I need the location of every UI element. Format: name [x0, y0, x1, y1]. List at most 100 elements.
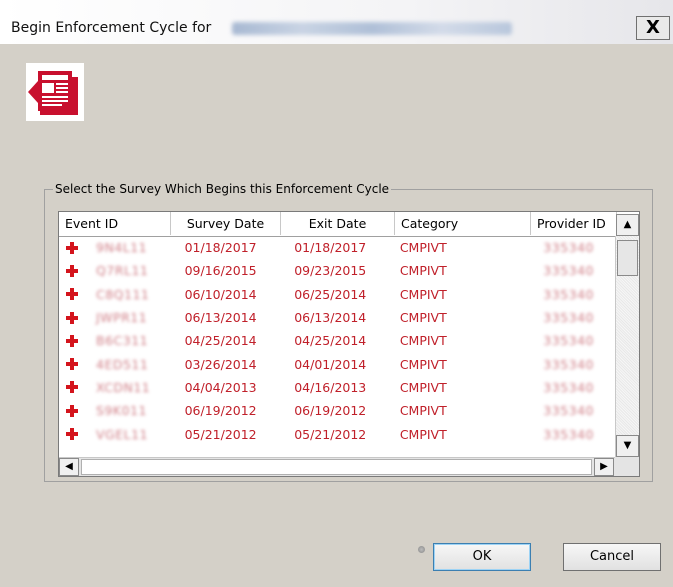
event-id-value: 9N4L11 — [96, 240, 148, 256]
event-id-cell: Q7RL11 — [59, 263, 171, 278]
red-plus-icon[interactable] — [66, 381, 78, 394]
redacted-facility-name — [232, 22, 512, 35]
table-row[interactable]: 4ED511 03/26/2014 04/01/2014 CMPIVT 3353… — [59, 352, 615, 375]
vertical-scroll-thumb[interactable] — [617, 240, 638, 276]
event-id-value: JWPR11 — [96, 310, 148, 326]
category-cell: CMPIVT — [399, 333, 447, 349]
vertical-scrollbar[interactable]: ▲ ▼ — [615, 214, 639, 457]
group-label: Select the Survey Which Begins this Enfo… — [55, 182, 390, 196]
provider-id-value: 335340 — [543, 356, 595, 372]
red-plus-icon[interactable] — [66, 404, 78, 417]
cancel-button[interactable]: Cancel — [563, 543, 661, 571]
exit-date-cell: 06/19/2012 — [294, 403, 367, 419]
provider-id-value: 335340 — [543, 333, 595, 349]
exit-date-cell: 09/23/2015 — [294, 263, 367, 279]
provider-id-value: 335340 — [543, 426, 595, 442]
event-id-value: S9K011 — [96, 403, 147, 419]
table-row[interactable]: XCDN11 04/04/2013 04/16/2013 CMPIVT 3353… — [59, 376, 615, 399]
provider-id-value: 335340 — [543, 263, 595, 279]
survey-date-cell: 06/13/2014 — [184, 310, 257, 326]
table-body: 9N4L11 01/18/2017 01/18/2017 CMPIVT 3353… — [59, 236, 615, 446]
scroll-right-arrow-icon[interactable]: ▶ — [594, 458, 614, 476]
provider-id-value: 335340 — [543, 379, 595, 395]
window-title: Begin Enforcement Cycle for — [11, 20, 212, 36]
survey-date-cell: 01/18/2017 — [184, 240, 257, 256]
provider-id-cell: 335340 — [529, 403, 615, 418]
close-button[interactable]: X — [636, 16, 670, 40]
table-header: Event ID Survey Date Exit Date Category … — [59, 212, 639, 237]
event-id-cell: XCDN11 — [59, 380, 171, 395]
table-row[interactable]: JWPR11 06/13/2014 06/13/2014 CMPIVT 3353… — [59, 306, 615, 329]
red-plus-icon[interactable] — [66, 311, 78, 324]
event-id-value: Q7RL11 — [96, 263, 149, 279]
event-id-value: 4ED511 — [96, 356, 149, 372]
red-plus-icon[interactable] — [66, 264, 78, 277]
event-id-cell: S9K011 — [59, 403, 171, 418]
exit-date-cell: 06/13/2014 — [294, 310, 367, 326]
red-plus-icon[interactable] — [66, 241, 78, 254]
survey-date-cell: 06/10/2014 — [184, 286, 257, 302]
survey-date-cell: 05/21/2012 — [184, 426, 257, 442]
category-cell: CMPIVT — [399, 240, 447, 256]
provider-id-cell: 335340 — [529, 380, 615, 395]
scroll-down-arrow-icon[interactable]: ▼ — [616, 435, 639, 457]
red-plus-icon[interactable] — [66, 288, 78, 301]
event-id-cell: 4ED511 — [59, 357, 171, 372]
survey-date-cell: 04/04/2013 — [184, 379, 257, 395]
table-row[interactable]: B6C311 04/25/2014 04/25/2014 CMPIVT 3353… — [59, 329, 615, 352]
exit-date-cell: 06/25/2014 — [294, 286, 367, 302]
column-header-event-id[interactable]: Event ID — [59, 212, 171, 235]
exit-date-cell: 05/21/2012 — [294, 426, 367, 442]
provider-id-cell: 335340 — [529, 357, 615, 372]
table-row[interactable]: VGEL11 05/21/2012 05/21/2012 CMPIVT 3353… — [59, 422, 615, 445]
scroll-left-arrow-icon[interactable]: ◀ — [59, 458, 79, 476]
title-bar: Begin Enforcement Cycle for X — [0, 0, 673, 44]
exit-date-cell: 04/25/2014 — [294, 333, 367, 349]
survey-date-cell: 03/26/2014 — [184, 356, 257, 372]
category-cell: CMPIVT — [399, 310, 447, 326]
horizontal-scrollbar[interactable]: ◀ ▶ — [59, 457, 615, 476]
category-cell: CMPIVT — [399, 426, 447, 442]
provider-id-cell: 335340 — [529, 240, 615, 255]
column-header-category[interactable]: Category — [395, 212, 531, 235]
provider-id-value: 335340 — [543, 310, 595, 326]
provider-id-cell: 335340 — [529, 287, 615, 302]
table-row[interactable]: 9N4L11 01/18/2017 01/18/2017 CMPIVT 3353… — [59, 236, 615, 259]
survey-table[interactable]: Event ID Survey Date Exit Date Category … — [58, 211, 640, 477]
category-cell: CMPIVT — [399, 379, 447, 395]
survey-date-cell: 06/19/2012 — [184, 403, 257, 419]
column-header-provider-id[interactable]: Provider ID — [531, 212, 617, 235]
event-id-cell: JWPR11 — [59, 310, 171, 325]
provider-id-cell: 335340 — [529, 427, 615, 442]
exit-date-cell: 01/18/2017 — [294, 240, 367, 256]
category-cell: CMPIVT — [399, 263, 447, 279]
event-id-cell: 9N4L11 — [59, 240, 171, 255]
column-header-exit-date[interactable]: Exit Date — [281, 212, 395, 235]
table-row[interactable]: S9K011 06/19/2012 06/19/2012 CMPIVT 3353… — [59, 399, 615, 422]
category-cell: CMPIVT — [399, 356, 447, 372]
provider-id-value: 335340 — [543, 403, 595, 419]
provider-id-cell: 335340 — [529, 333, 615, 348]
table-row[interactable]: C8Q111 06/10/2014 06/25/2014 CMPIVT 3353… — [59, 283, 615, 306]
column-header-survey-date[interactable]: Survey Date — [171, 212, 281, 235]
exit-date-cell: 04/01/2014 — [294, 356, 367, 372]
event-id-value: B6C311 — [96, 333, 149, 349]
provider-id-cell: 335340 — [529, 263, 615, 278]
event-id-value: XCDN11 — [96, 379, 151, 395]
category-cell: CMPIVT — [399, 286, 447, 302]
scrollbar-corner — [615, 457, 639, 476]
ok-button[interactable]: OK — [433, 543, 531, 571]
event-id-cell: C8Q111 — [59, 287, 171, 302]
default-indicator-icon — [418, 546, 425, 553]
provider-id-value: 335340 — [543, 240, 595, 256]
horizontal-scroll-thumb[interactable] — [81, 459, 592, 475]
scroll-up-arrow-icon[interactable]: ▲ — [616, 214, 639, 236]
report-document-icon — [26, 63, 84, 121]
event-id-value: C8Q111 — [96, 286, 150, 302]
red-plus-icon[interactable] — [66, 334, 78, 347]
table-row[interactable]: Q7RL11 09/16/2015 09/23/2015 CMPIVT 3353… — [59, 259, 615, 282]
red-plus-icon[interactable] — [66, 358, 78, 371]
red-plus-icon[interactable] — [66, 428, 78, 441]
survey-date-cell: 04/25/2014 — [184, 333, 257, 349]
event-id-cell: VGEL11 — [59, 427, 171, 442]
